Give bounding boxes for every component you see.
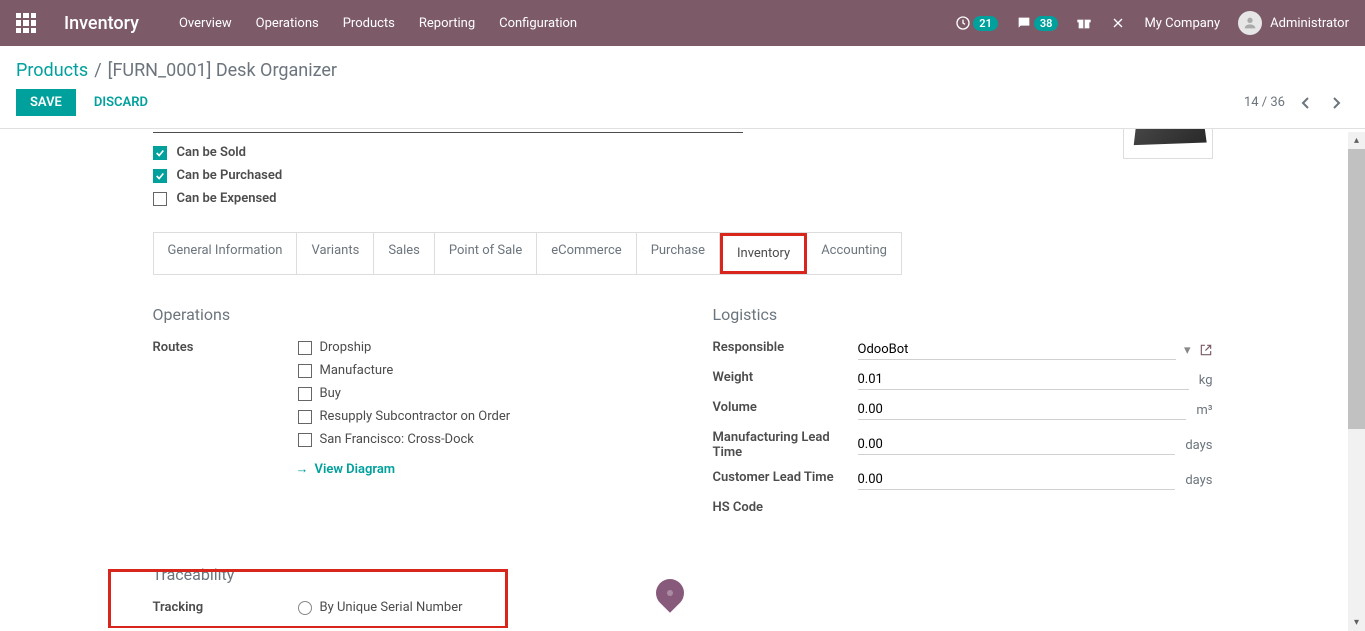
hscode-label: HS Code bbox=[713, 500, 858, 515]
volume-input[interactable] bbox=[858, 400, 1187, 420]
nav-reporting[interactable]: Reporting bbox=[419, 16, 475, 31]
route-dropship-checkbox[interactable] bbox=[298, 341, 312, 355]
tracking-label: Tracking bbox=[153, 600, 298, 628]
route-buy[interactable]: Buy bbox=[320, 386, 341, 401]
avatar bbox=[1238, 11, 1262, 35]
nav-configuration[interactable]: Configuration bbox=[499, 16, 577, 31]
tracking-options: By Unique Serial Number By Lots bbox=[298, 600, 1213, 628]
topbar-right: 21 38 My Company Administrator bbox=[955, 11, 1349, 35]
activity-icon[interactable]: 21 bbox=[955, 15, 998, 31]
tab-content: Operations Routes Dropship Manufacture B… bbox=[153, 305, 1213, 525]
nav-products[interactable]: Products bbox=[343, 16, 395, 31]
can-be-purchased-checkbox[interactable] bbox=[153, 169, 167, 183]
route-resupply-checkbox[interactable] bbox=[298, 410, 312, 424]
can-be-expensed-label[interactable]: Can be Expensed bbox=[177, 191, 277, 206]
tabs: General Information Variants Sales Point… bbox=[153, 232, 902, 275]
nav-operations[interactable]: Operations bbox=[256, 16, 319, 31]
company-name[interactable]: My Company bbox=[1144, 16, 1220, 31]
nav-overview[interactable]: Overview bbox=[179, 16, 232, 31]
tab-accounting[interactable]: Accounting bbox=[807, 233, 901, 274]
route-dropship[interactable]: Dropship bbox=[320, 340, 372, 355]
clt-unit: days bbox=[1185, 473, 1212, 488]
route-crossdock[interactable]: San Francisco: Cross-Dock bbox=[320, 432, 474, 447]
mlt-input[interactable] bbox=[858, 435, 1176, 455]
action-row: SAVE DISCARD 14 / 36 bbox=[0, 89, 1365, 129]
scroll-down-icon[interactable]: ▾ bbox=[1348, 614, 1365, 631]
weight-label: Weight bbox=[713, 370, 858, 390]
logistics-title: Logistics bbox=[713, 305, 1213, 324]
tracking-serial-radio[interactable] bbox=[298, 601, 312, 615]
tab-variants[interactable]: Variants bbox=[297, 233, 374, 274]
gift-icon[interactable] bbox=[1076, 15, 1092, 31]
scroll-thumb[interactable] bbox=[1348, 149, 1365, 429]
can-be-expensed-checkbox[interactable] bbox=[153, 192, 167, 206]
breadcrumb-sep: / bbox=[94, 60, 101, 81]
weight-input[interactable] bbox=[858, 370, 1189, 390]
mlt-unit: days bbox=[1185, 438, 1212, 453]
can-be-purchased-label[interactable]: Can be Purchased bbox=[177, 168, 283, 183]
topbar: Inventory Overview Operations Products R… bbox=[0, 0, 1365, 46]
logistics-col: Logistics Responsible ▾ Weight kg bbox=[713, 305, 1213, 525]
tab-ecommerce[interactable]: eCommerce bbox=[537, 233, 636, 274]
activity-badge: 21 bbox=[973, 16, 998, 31]
route-resupply[interactable]: Resupply Subcontractor on Order bbox=[320, 409, 511, 424]
product-flags: Can be Sold Can be Purchased Can be Expe… bbox=[153, 145, 1123, 206]
save-button[interactable]: SAVE bbox=[16, 89, 76, 116]
pager-text: 14 / 36 bbox=[1244, 95, 1285, 110]
chat-icon[interactable]: 38 bbox=[1016, 15, 1059, 31]
responsible-input[interactable] bbox=[858, 340, 1176, 360]
view-diagram-link[interactable]: → View Diagram bbox=[296, 461, 653, 477]
clt-label: Customer Lead Time bbox=[713, 470, 858, 490]
tab-inventory[interactable]: Inventory bbox=[720, 233, 807, 274]
nav-links: Overview Operations Products Reporting C… bbox=[179, 16, 577, 31]
tracking-lots-radio[interactable] bbox=[298, 626, 312, 629]
routes-label: Routes bbox=[153, 340, 298, 477]
breadcrumb: Products / [FURN_0001] Desk Organizer bbox=[0, 46, 1365, 89]
tab-pos[interactable]: Point of Sale bbox=[435, 233, 537, 274]
user-name: Administrator bbox=[1270, 16, 1349, 31]
arrow-right-icon: → bbox=[296, 461, 309, 477]
vertical-scrollbar[interactable]: ▴ ▾ bbox=[1348, 132, 1365, 631]
location-pin-icon bbox=[656, 579, 684, 615]
tracking-serial-label[interactable]: By Unique Serial Number bbox=[320, 600, 463, 615]
route-manufacture[interactable]: Manufacture bbox=[320, 363, 394, 378]
breadcrumb-parent[interactable]: Products bbox=[16, 60, 88, 81]
weight-unit: kg bbox=[1199, 373, 1213, 388]
user-menu[interactable]: Administrator bbox=[1238, 11, 1349, 35]
operations-col: Operations Routes Dropship Manufacture B… bbox=[153, 305, 653, 525]
volume-unit: m³ bbox=[1196, 403, 1212, 418]
tools-icon[interactable] bbox=[1110, 15, 1126, 31]
routes-list: Dropship Manufacture Buy Resupply Subcon… bbox=[298, 340, 653, 477]
can-be-sold-checkbox[interactable] bbox=[153, 146, 167, 160]
form-sheet: Desk Organizer Can be Sold Can be Purcha… bbox=[133, 129, 1233, 628]
operations-title: Operations bbox=[153, 305, 653, 324]
page-title: Desk Organizer bbox=[153, 129, 743, 133]
route-buy-checkbox[interactable] bbox=[298, 387, 312, 401]
pager-next[interactable] bbox=[1325, 91, 1349, 115]
route-manufacture-checkbox[interactable] bbox=[298, 364, 312, 378]
can-be-sold-label[interactable]: Can be Sold bbox=[177, 145, 247, 160]
tab-purchase[interactable]: Purchase bbox=[637, 233, 720, 274]
apps-icon[interactable] bbox=[16, 13, 36, 33]
pager: 14 / 36 bbox=[1244, 91, 1349, 115]
tab-sales[interactable]: Sales bbox=[374, 233, 435, 274]
product-image[interactable] bbox=[1123, 129, 1213, 159]
tab-general[interactable]: General Information bbox=[154, 233, 298, 274]
clt-input[interactable] bbox=[858, 470, 1176, 490]
pager-prev[interactable] bbox=[1293, 91, 1317, 115]
tracking-lots-label[interactable]: By Lots bbox=[320, 625, 363, 628]
responsible-caret-icon[interactable]: ▾ bbox=[1184, 343, 1191, 358]
volume-label: Volume bbox=[713, 400, 858, 420]
mlt-label: Manufacturing Lead Time bbox=[713, 430, 858, 460]
external-link-icon[interactable] bbox=[1199, 343, 1213, 357]
scroll-up-icon[interactable]: ▴ bbox=[1348, 132, 1365, 149]
chat-badge: 38 bbox=[1034, 16, 1059, 31]
breadcrumb-current: [FURN_0001] Desk Organizer bbox=[108, 60, 337, 81]
content-area: Desk Organizer Can be Sold Can be Purcha… bbox=[0, 129, 1365, 628]
brand-title[interactable]: Inventory bbox=[64, 13, 139, 34]
route-crossdock-checkbox[interactable] bbox=[298, 433, 312, 447]
discard-button[interactable]: DISCARD bbox=[80, 89, 162, 116]
responsible-label: Responsible bbox=[713, 340, 858, 360]
